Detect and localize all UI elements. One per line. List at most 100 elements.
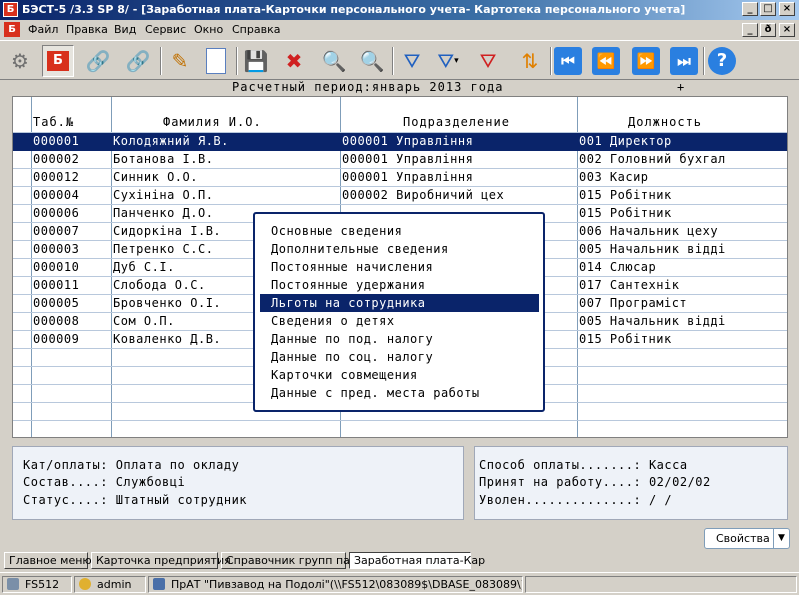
row-tab-no: 000011 [33,278,80,292]
toolbar: ⚙ Б 🔗 🔗 ✎ 💾 ✖ 🔍 🔍 ⛛ ⛛ ▾ ⛛ ⇅ ⏮ ⏪ ⏩ ⏭ ? [0,40,799,80]
popup-menu-item[interactable]: Данные с пред. места работы [260,384,539,402]
user-icon [79,578,91,590]
tab-company-card[interactable]: Карточка предприятия [91,552,231,569]
row-separator [13,420,787,421]
user-panel: admin [74,576,146,593]
menu-window[interactable]: Окно [194,23,223,36]
row-position: 014 Слюсар [579,260,657,274]
menu-service[interactable]: Сервис [145,23,186,36]
card-file-icon[interactable]: Б [42,45,74,77]
filter-dropdown-icon[interactable]: ⛛ ▾ [432,45,464,77]
menu-file[interactable]: Файл [28,23,58,36]
card-sections-menu: Основные сведения Дополнительные сведения… [253,212,545,412]
row-tab-no: 000012 [33,170,80,184]
row-department: 000001 Управління [342,152,474,166]
toolbar-separator [160,47,162,75]
close-button[interactable]: × [779,2,795,16]
expand-plus[interactable]: + [677,80,684,94]
properties-button-label: Свойства [716,532,770,545]
prev-record-icon[interactable]: ⏪ [590,45,622,77]
clear-filter-icon[interactable]: ⛛ [472,45,504,77]
row-tab-no: 000003 [33,242,80,256]
row-name: Ботанова І.В. [113,152,214,166]
popup-menu-item[interactable]: Сведения о детях [260,312,539,330]
row-tab-no: 000010 [33,260,80,274]
popup-menu-item[interactable]: Карточки совмещения [260,366,539,384]
help-icon[interactable]: ? [706,45,738,77]
popup-menu-item[interactable]: Льготы на сотрудника [260,294,539,312]
properties-button[interactable]: Свойства ▼ [704,528,790,549]
popup-menu-item[interactable]: Постоянные начисления [260,258,539,276]
popup-menu-item[interactable]: Данные по под. налогу [260,330,539,348]
find-next-icon[interactable]: 🔍 [356,45,388,77]
row-department: 000001 Управління [342,134,474,148]
row-position: 017 Сантехнік [579,278,680,292]
chevron-down-icon[interactable]: ▼ [773,529,789,548]
row-tab-no: 000009 [33,332,80,346]
status-bar: FS512 admin ПрАТ "Пивзавод на Подолі"(\\… [0,572,799,595]
row-name: Колодяжний Я.В. [113,134,229,148]
first-record-icon[interactable]: ⏮ [552,45,584,77]
table-row[interactable]: 000001 Колодяжний Я.В. 000001 Управління 00… [13,133,787,151]
table-row[interactable]: 000012 Синник О.О. 000001 Управління 003 Ка… [13,169,787,187]
mdi-close-button[interactable]: × [779,23,795,37]
user-name: admin [97,578,132,591]
new-document-icon[interactable] [200,45,232,77]
menu-view[interactable]: Вид [114,23,136,36]
edit-icon[interactable]: ✎ [164,45,196,77]
delete-icon[interactable]: ✖ [278,45,310,77]
network-icon[interactable]: ⚙ [4,45,36,77]
column-header-department[interactable]: Подразделение [403,115,510,129]
mdi-minimize-button[interactable]: _ [742,23,758,37]
server-icon [7,578,19,590]
row-position: 015 Робітник [579,206,672,220]
filter-icon[interactable]: ⛛ [396,45,428,77]
find-icon[interactable]: 🔍 [318,45,350,77]
row-tab-no: 000007 [33,224,80,238]
pay-category-line: Кат/оплаты: Оплата по окладу [23,458,240,472]
toolbar-separator [392,47,394,75]
tab-group-directory[interactable]: Справочник групп пар [221,552,357,569]
server-panel: FS512 [2,576,72,593]
payment-method-line: Способ оплаты.......: Касса [479,458,688,472]
column-header-name[interactable]: Фамилия И.О. [163,115,262,129]
last-record-icon[interactable]: ⏭ [668,45,700,77]
tab-main-menu[interactable]: Главное меню [4,552,92,569]
menu-help[interactable]: Справка [232,23,280,36]
staff-composition-line: Состав....: Службовці [23,475,186,489]
period-label: Расчетный период:январь 2013 года [232,80,504,94]
row-position: 001 Директор [579,134,672,148]
table-row[interactable]: 000002 Ботанова І.В. 000001 Управління 002 … [13,151,787,169]
row-tab-no: 000002 [33,152,80,166]
mdi-restore-button[interactable]: ð [760,23,776,37]
row-name: Синник О.О. [113,170,198,184]
popup-menu-item[interactable]: Основные сведения [260,222,539,240]
title-bar: Б БЭСТ-5 /3.3 SP 8/ - [Заработная плата-… [0,0,799,20]
row-position: 002 Головний бухгал [579,152,726,166]
next-record-icon[interactable]: ⏩ [630,45,662,77]
menu-edit[interactable]: Правка [66,23,108,36]
popup-menu-item[interactable]: Данные по соц. налогу [260,348,539,366]
save-icon[interactable]: 💾 [240,45,272,77]
row-department: 000002 Виробничий цех [342,188,505,202]
hire-date-line: Принят на работу....: 02/02/02 [479,475,711,489]
sort-icon[interactable]: ⇅ [514,45,546,77]
table-row[interactable]: 000004 Сухініна О.П. 000002 Виробничий цех… [13,187,787,205]
column-header-position[interactable]: Должность [628,115,702,129]
popup-menu-item[interactable]: Дополнительные сведения [260,240,539,258]
link-edit-icon[interactable]: 🔗 [122,45,154,77]
document-icon[interactable]: Б [4,22,20,37]
row-position: 005 Начальник відді [579,242,726,256]
link-icon[interactable]: 🔗 [82,45,114,77]
row-position: 005 Начальник відді [579,314,726,328]
column-header-tab-no[interactable]: Таб.№ [33,115,74,129]
app-icon[interactable]: Б [3,2,18,17]
minimize-button[interactable]: _ [742,2,758,16]
row-tab-no: 000004 [33,188,80,202]
maximize-button[interactable]: □ [760,2,776,16]
company-panel: ПрАТ "Пивзавод на Подолі"(\\FS512\083089… [148,576,523,593]
popup-menu-item[interactable]: Постоянные удержания [260,276,539,294]
tab-payroll[interactable]: Заработная плата-Кар [349,552,485,569]
menu-bar: Б Файл Правка Вид Сервис Окно Справка _ … [0,20,799,40]
company-name: ПрАТ "Пивзавод на Подолі"(\\FS512\083089… [171,578,523,591]
